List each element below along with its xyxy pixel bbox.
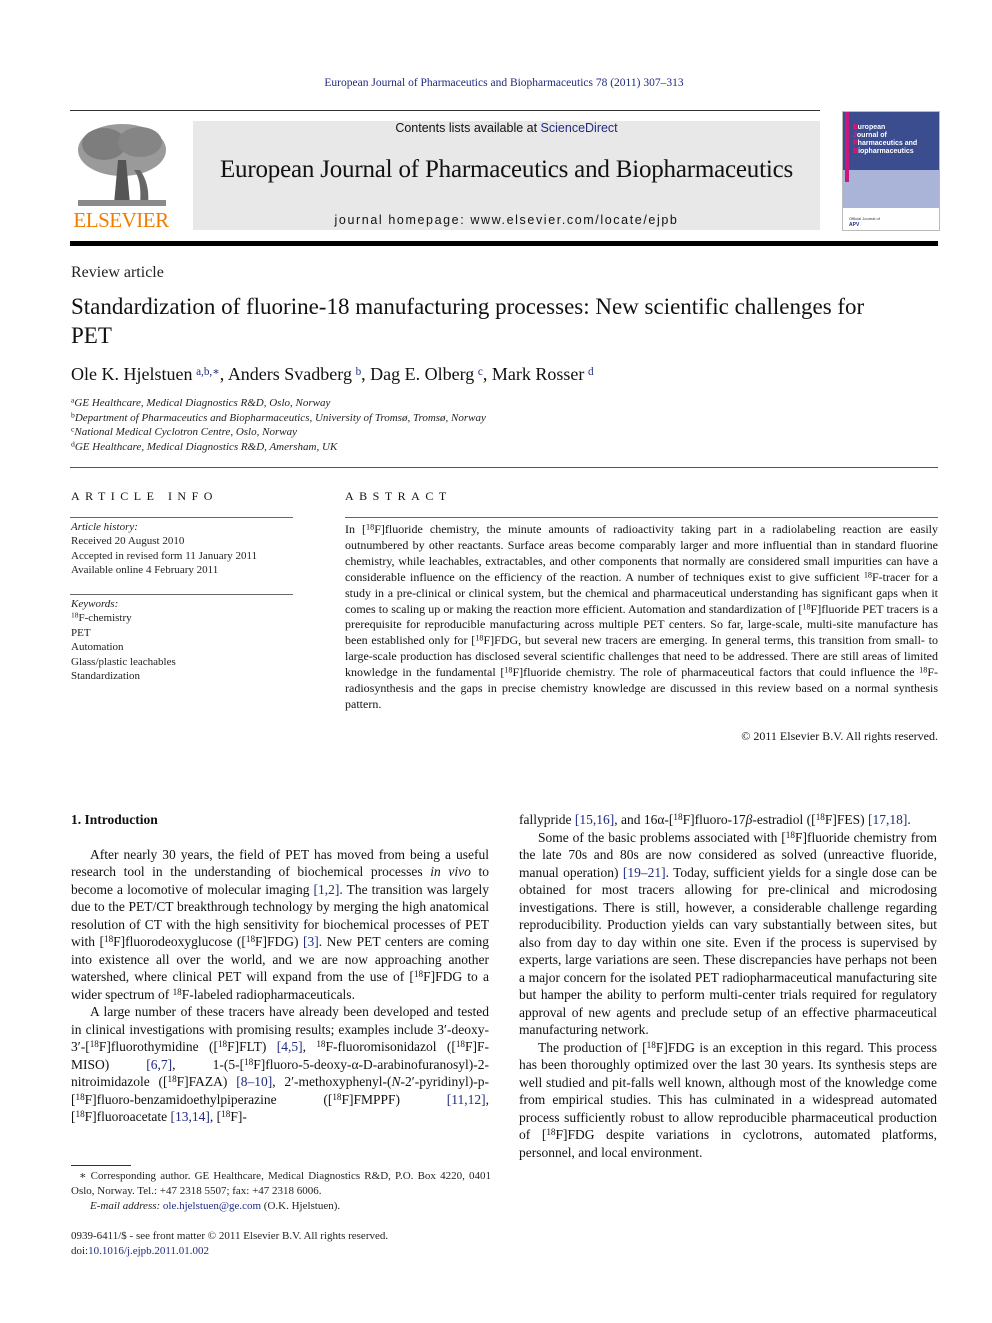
author-affiliation-link[interactable]: b: [356, 366, 362, 378]
keywords: Keywords: 18F-chemistry PET Automation G…: [71, 597, 176, 683]
corresponding-author-text: ∗ Corresponding author. GE Healthcare, M…: [71, 1170, 491, 1197]
email-label: E-mail address:: [90, 1200, 161, 1212]
author-name[interactable]: Ole K. Hjelstuen: [71, 364, 192, 384]
body-right-column: fallypride [15,16], and 16α-[18F]fluoro-…: [519, 811, 937, 1161]
email-suffix: (O.K. Hjelstuen).: [263, 1200, 341, 1212]
keyword-item: Glass/plastic leachables: [71, 655, 176, 668]
footnote-rule: [71, 1165, 131, 1166]
article-history: Article history: Received 20 August 2010…: [71, 520, 257, 578]
article-history-label: Article history:: [71, 521, 138, 533]
affiliation-item: bDepartment of Pharmaceutics and Biophar…: [71, 410, 486, 424]
elsevier-tree-icon: [74, 120, 170, 208]
citation-link[interactable]: [11,12]: [447, 1092, 486, 1107]
cover-accent-bar: [845, 112, 849, 182]
author-affiliation-link[interactable]: a,b,∗: [196, 366, 220, 378]
cover-title: European Journal of Pharmaceutics and Bi…: [853, 124, 918, 155]
affiliation-item: aGE Healthcare, Medical Diagnostics R&D,…: [71, 395, 331, 409]
section-heading-introduction: 1. Introduction: [71, 812, 158, 827]
journal-homepage-link[interactable]: journal homepage: www.elsevier.com/locat…: [193, 213, 820, 227]
body-paragraph: The production of [18F]FDG is an excepti…: [519, 1039, 938, 1160]
history-item: Received 20 August 2010: [71, 535, 185, 548]
body-left-column: 1. Introduction After nearly 30 years, t…: [71, 811, 489, 1126]
doi-link[interactable]: 10.1016/j.ejpb.2011.01.002: [88, 1245, 209, 1257]
cover-official-text: Official Journal of: [849, 216, 880, 221]
affiliation-list: aGE Healthcare, Medical Diagnostics R&D,…: [71, 396, 486, 454]
abstract-heading: ABSTRACT: [345, 489, 452, 503]
article-info-rule: [70, 517, 293, 518]
author-name[interactable]: Anders Svadberg: [228, 364, 352, 384]
journal-header-box: Contents lists available at ScienceDirec…: [193, 121, 820, 230]
section-divider: [70, 467, 938, 468]
article-type: Review article: [71, 264, 164, 281]
elsevier-wordmark: ELSEVIER: [73, 208, 169, 232]
journal-reference-link[interactable]: European Journal of Pharmaceutics and Bi…: [0, 77, 992, 89]
elsevier-logo[interactable]: ELSEVIER: [70, 120, 172, 232]
author-name[interactable]: Mark Rosser: [492, 364, 585, 384]
body-paragraph: A large number of these tracers have alr…: [71, 1004, 490, 1124]
header-top-rule: [70, 110, 820, 111]
abstract-text: In [18F]fluoride chemistry, the minute a…: [345, 522, 939, 711]
keyword-item: Standardization: [71, 670, 141, 683]
journal-title: European Journal of Pharmaceutics and Bi…: [219, 156, 794, 183]
keyword-item: Automation: [71, 641, 124, 654]
keyword-item: PET: [71, 626, 91, 639]
body-paragraph: Some of the basic problems associated wi…: [519, 829, 937, 1038]
author-list: Ole K. Hjelstuen a,b,∗, Anders Svadberg …: [71, 364, 594, 384]
issn-line: 0939-6411/$ - see front matter © 2011 El…: [71, 1230, 389, 1242]
keywords-label: Keywords:: [71, 598, 119, 610]
body-paragraph: fallypride [15,16], and 16α-[18F]fluoro-…: [519, 811, 911, 827]
article-title: Standardization of fluorine-18 manufactu…: [71, 294, 865, 348]
keywords-rule: [70, 594, 293, 595]
abstract-rule: [345, 517, 938, 518]
citation-link[interactable]: [15,16]: [575, 812, 614, 827]
author-affiliation-link[interactable]: c: [478, 366, 483, 378]
doi-line: doi:10.1016/j.ejpb.2011.01.002: [71, 1245, 210, 1257]
contents-line: Contents lists available at ScienceDirec…: [193, 121, 820, 135]
citation-link[interactable]: [4,5]: [277, 1039, 303, 1054]
email-line: E-mail address: ole.hjelstuen@ge.com (O.…: [71, 1199, 491, 1214]
abstract-copyright: © 2011 Elsevier B.V. All rights reserved…: [741, 729, 938, 743]
citation-link[interactable]: [17,18]: [868, 812, 907, 827]
author-name[interactable]: Dag E. Olberg: [370, 364, 474, 384]
author-affiliation-link[interactable]: d: [588, 366, 594, 378]
citation-link[interactable]: [13,14]: [171, 1109, 210, 1124]
email-link[interactable]: ole.hjelstuen@ge.com: [163, 1200, 261, 1212]
body-paragraph: After nearly 30 years, the field of PET …: [71, 846, 490, 1002]
affiliation-item: cNational Medical Cyclotron Centre, Oslo…: [71, 424, 297, 438]
sciencedirect-link[interactable]: ScienceDirect: [541, 121, 618, 135]
citation-link[interactable]: [3]: [303, 934, 319, 949]
keyword-item: 18F-chemistry: [71, 611, 132, 625]
article-info-heading: ARTICLE INFO: [71, 489, 218, 503]
header-thick-rule: [70, 241, 938, 246]
citation-link[interactable]: [8–10]: [236, 1074, 272, 1089]
cover-society-logo: APV: [849, 222, 860, 228]
affiliation-item: dGE Healthcare, Medical Diagnostics R&D,…: [71, 439, 338, 453]
corresponding-author-footnote: ∗ Corresponding author. GE Healthcare, M…: [71, 1169, 491, 1214]
citation-link[interactable]: [1,2]: [314, 882, 340, 897]
contents-prefix: Contents lists available at: [395, 121, 541, 135]
history-item: Available online 4 February 2011: [71, 564, 219, 577]
history-item: Accepted in revised form 11 January 2011: [71, 549, 258, 562]
issn-block: 0939-6411/$ - see front matter © 2011 El…: [71, 1229, 388, 1259]
journal-cover-thumbnail[interactable]: European Journal of Pharmaceutics and Bi…: [842, 111, 940, 231]
citation-link[interactable]: [19–21]: [623, 865, 666, 880]
citation-link[interactable]: [6,7]: [146, 1057, 172, 1072]
